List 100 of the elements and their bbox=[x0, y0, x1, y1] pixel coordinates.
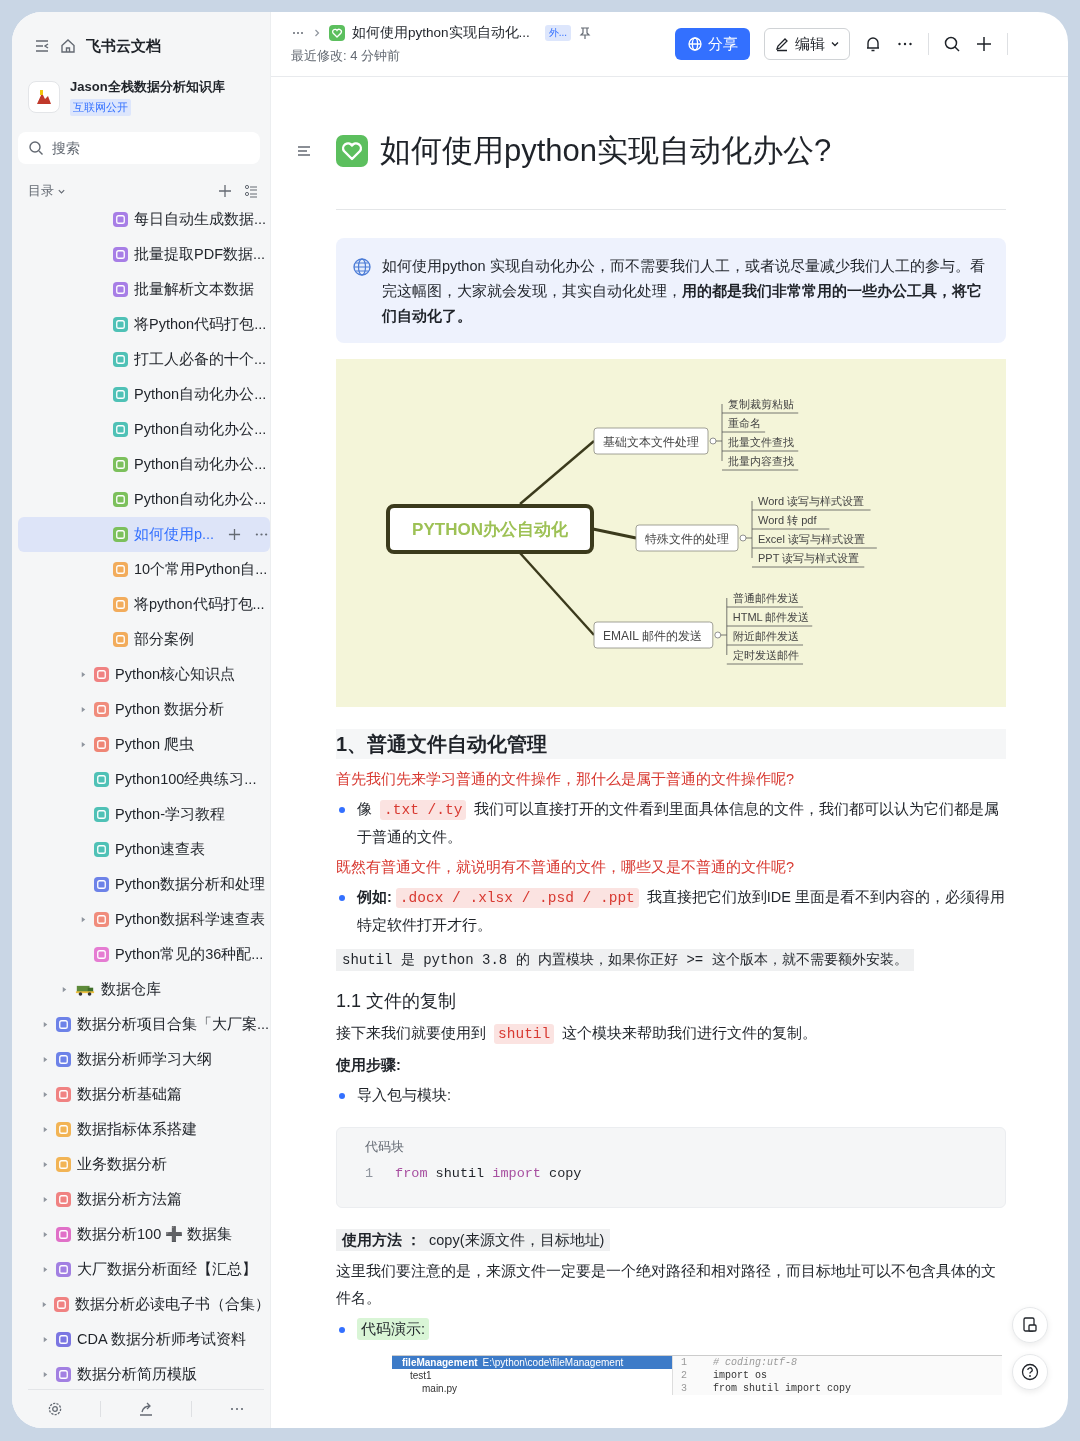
tree-item[interactable]: 批量解析文本数据 bbox=[18, 272, 270, 307]
globe-icon bbox=[687, 36, 703, 52]
tree-item[interactable]: 数据指标体系搭建 bbox=[18, 1112, 270, 1147]
add-icon[interactable] bbox=[228, 528, 242, 541]
app-title: 飞书云文档 bbox=[86, 36, 161, 56]
code-line: import os bbox=[713, 1369, 768, 1382]
bullet-dot bbox=[339, 807, 345, 813]
search-icon[interactable] bbox=[943, 35, 961, 53]
tree-item[interactable]: 数据分析方法篇 bbox=[18, 1182, 270, 1217]
bracket-line bbox=[720, 597, 728, 656]
expand-caret-icon[interactable] bbox=[41, 1371, 49, 1378]
expand-caret-icon[interactable] bbox=[79, 916, 87, 923]
tree-item[interactable]: Python100经典练习... bbox=[18, 762, 270, 797]
help-button[interactable] bbox=[1012, 1354, 1048, 1390]
pin-icon[interactable] bbox=[578, 25, 593, 40]
tree-item[interactable]: 10个常用Python自... bbox=[18, 552, 270, 587]
search-field[interactable]: 搜索 bbox=[18, 132, 260, 164]
breadcrumb-title[interactable]: 如何使用python实现自动化... bbox=[352, 23, 530, 42]
mindmap-leaf: 普通邮件发送 bbox=[726, 592, 804, 608]
tree-item[interactable]: Python 数据分析 bbox=[18, 692, 270, 727]
expand-caret-icon[interactable] bbox=[41, 1091, 49, 1098]
tree-item[interactable]: 将python代码打包... bbox=[18, 587, 270, 622]
share-icon[interactable] bbox=[137, 1401, 154, 1417]
tree-item[interactable]: Python数据科学速查表 bbox=[18, 902, 270, 937]
tree-item[interactable]: Python自动化办公... bbox=[18, 482, 270, 517]
expand-caret-icon[interactable] bbox=[60, 986, 68, 993]
expand-caret-icon[interactable] bbox=[41, 1161, 49, 1168]
expand-caret-icon[interactable] bbox=[40, 1301, 48, 1308]
tree-item[interactable]: Python-学习教程 bbox=[18, 797, 270, 832]
collapse-toggle-icon bbox=[714, 631, 722, 639]
collapse-sidebar-icon[interactable] bbox=[34, 38, 50, 54]
bullet-dot bbox=[339, 895, 345, 901]
line-number: 1 bbox=[681, 1356, 687, 1369]
highlighted-question: 既然有普通文件，就说明有不普通的文件，哪些又是不普通的文件呢? bbox=[336, 858, 796, 877]
expand-caret-icon[interactable] bbox=[41, 1021, 49, 1028]
list-icon[interactable] bbox=[244, 184, 258, 198]
bullet-text: 导入包与模块: bbox=[357, 1086, 452, 1105]
caret-icon bbox=[830, 39, 840, 49]
tree-item[interactable]: 数据仓库 bbox=[18, 972, 270, 1007]
last-modified: 最近修改: 4 分钟前 bbox=[291, 46, 402, 65]
bell-icon[interactable] bbox=[864, 35, 882, 53]
tree-item[interactable]: 批量提取PDF数据... bbox=[18, 237, 270, 272]
tree-item[interactable]: Python速查表 bbox=[18, 832, 270, 867]
expand-caret-icon[interactable] bbox=[41, 1266, 49, 1273]
bracket-line bbox=[745, 500, 753, 559]
help-icon bbox=[1021, 1363, 1039, 1381]
outline-icon[interactable] bbox=[295, 143, 312, 159]
tree-item[interactable]: 数据分析简历模版 bbox=[18, 1357, 270, 1389]
tree-item[interactable]: 业务数据分析 bbox=[18, 1147, 270, 1182]
tree-item[interactable]: 将Python代码打包... bbox=[18, 307, 270, 342]
project-name: fileManagement bbox=[402, 1357, 478, 1368]
bullet-text: 例如: .docx / .xlsx / .psd / .ppt 我直接把它们放到IDE 里面是看不到内容的，必须得用特定软件打开才行。 bbox=[357, 887, 1006, 935]
tree-item[interactable]: Python核心知识点 bbox=[18, 657, 270, 692]
expand-caret-icon[interactable] bbox=[79, 706, 87, 713]
connector-line bbox=[592, 527, 637, 540]
edit-button[interactable]: 编辑 bbox=[764, 28, 850, 60]
project-path: E:\python\code\fileManagement bbox=[482, 1357, 624, 1368]
expand-caret-icon[interactable] bbox=[79, 671, 87, 678]
mindmap-leaf: 重命名 bbox=[721, 417, 766, 433]
toc-dropdown[interactable]: 目录 bbox=[28, 182, 66, 200]
tree-item[interactable]: 部分案例 bbox=[18, 622, 270, 657]
highlighted-note: shutil 是 python 3.8 的 内置模块，如果你正好 >= 这个版本，就不需要额外安装。 bbox=[336, 949, 914, 971]
share-button[interactable]: 分享 bbox=[675, 28, 750, 60]
expand-caret-icon[interactable] bbox=[79, 741, 87, 748]
tree-item[interactable]: 数据分析必读电子书（合集） bbox=[18, 1287, 270, 1322]
tree-item[interactable]: 大厂数据分析面经【汇总】 bbox=[18, 1252, 270, 1287]
tree-item[interactable]: Python自动化办公... bbox=[18, 412, 270, 447]
tree-item[interactable]: Python数据分析和处理 bbox=[18, 867, 270, 902]
tree-item[interactable]: Python 爬虫 bbox=[18, 727, 270, 762]
home-icon[interactable] bbox=[60, 38, 76, 54]
space-name[interactable]: Jason全栈数据分析知识库 bbox=[70, 78, 225, 96]
tree-item[interactable]: Python自动化办公... bbox=[18, 447, 270, 482]
tree-item[interactable]: 每日自动生成数据... bbox=[18, 202, 270, 237]
mindmap-node: EMAIL 邮件的发送 bbox=[593, 621, 714, 649]
external-badge: 外... bbox=[544, 24, 572, 41]
mindmap-leaf: 复制裁剪粘贴 bbox=[721, 398, 799, 414]
copy-button[interactable] bbox=[1012, 1307, 1048, 1343]
paragraph: 这里我们要注意的是，来源文件一定要是一个绝对路径和相对路径，而目标地址可以不包含具体的文件名。 bbox=[336, 1262, 997, 1308]
add-icon[interactable] bbox=[975, 35, 993, 53]
tree-item[interactable]: 打工人必备的十个... bbox=[18, 342, 270, 377]
mindmap-node: 特殊文件的处理 bbox=[635, 524, 739, 552]
expand-caret-icon[interactable] bbox=[41, 1231, 49, 1238]
tree-item[interactable]: 数据分析100 ➕ 数据集 bbox=[18, 1217, 270, 1252]
section-heading: 1、普通文件自动化管理 bbox=[336, 729, 1006, 759]
tree-item[interactable]: CDA 数据分析师考试资料 bbox=[18, 1322, 270, 1357]
expand-caret-icon[interactable] bbox=[41, 1336, 49, 1343]
pencil-icon bbox=[774, 36, 790, 52]
tree-item[interactable]: 数据分析项目合集「大厂案... bbox=[18, 1007, 270, 1042]
mindmap-leaf: 附近邮件发送 bbox=[726, 630, 804, 646]
tree-item[interactable]: 数据分析师学习大纲 bbox=[18, 1042, 270, 1077]
bullet-dot bbox=[339, 1327, 345, 1333]
expand-caret-icon[interactable] bbox=[41, 1126, 49, 1133]
expand-caret-icon[interactable] bbox=[41, 1196, 49, 1203]
tree-item[interactable]: Python自动化办公... bbox=[18, 377, 270, 412]
tree-item[interactable]: Python常见的36种配... bbox=[18, 937, 270, 972]
mindmap-leaf: 定时发送邮件 bbox=[726, 649, 804, 665]
tree-item[interactable]: 数据分析基础篇 bbox=[18, 1077, 270, 1112]
add-icon[interactable] bbox=[218, 184, 232, 198]
settings-icon[interactable] bbox=[46, 1401, 63, 1417]
expand-caret-icon[interactable] bbox=[41, 1056, 49, 1063]
